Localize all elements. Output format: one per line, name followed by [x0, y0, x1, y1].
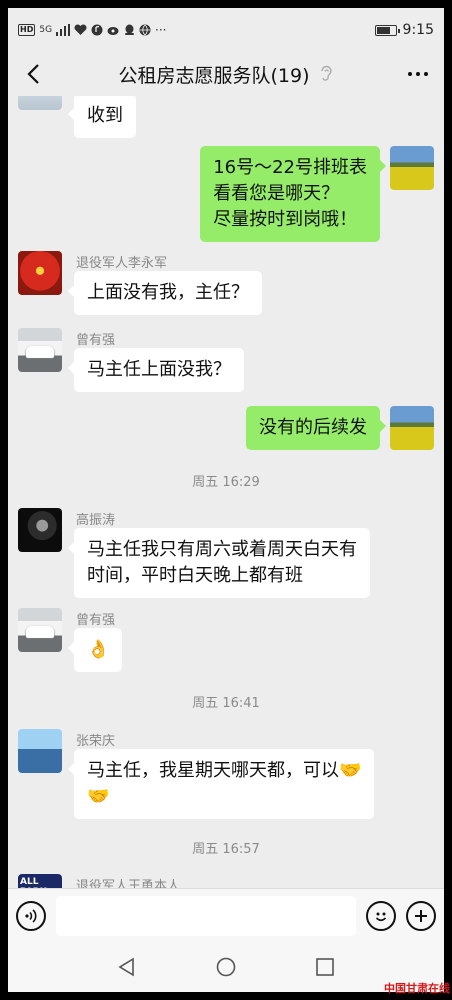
avatar[interactable]: [18, 328, 62, 372]
music-app-icon: [91, 24, 103, 36]
message-bubble[interactable]: 马主任我只有周六或着周天白天有 时间，平时白天晚上都有班: [68, 528, 370, 598]
nav-recent-icon[interactable]: [315, 957, 335, 977]
sender-name: 退役军人李永军: [76, 256, 168, 271]
sender-name: 曾有强: [76, 333, 116, 348]
nav-back-icon[interactable]: [117, 957, 137, 977]
watermark: 中国甘肃在线: [384, 982, 450, 995]
qq-app-icon: [125, 24, 135, 35]
status-bar: HD 5G ··· 9:15: [8, 8, 444, 52]
avatar[interactable]: [18, 508, 62, 552]
globe-app-icon: [139, 24, 151, 36]
more-notifications-icon: ···: [155, 23, 167, 37]
plus-icon[interactable]: [406, 900, 436, 931]
avatar[interactable]: [18, 608, 62, 652]
clock: 9:15: [402, 22, 434, 38]
nav-home-icon[interactable]: [216, 957, 236, 977]
message-bubble[interactable]: 没有的后续发: [246, 406, 386, 450]
timestamp: 周五 16:29: [192, 475, 260, 490]
sender-name: 退役军人王勇本人: [76, 879, 181, 888]
input-bar: [8, 888, 444, 942]
phone-screen: HD 5G ··· 9:15 公租房志愿服务队(19) 收到 16号～22号排班…: [8, 8, 444, 992]
chat-area[interactable]: 收到 16号～22号排班表 看看您是哪天？ 尽量按时到岗哦！ 退役军人李永军 上…: [8, 96, 444, 888]
heart-app-icon: [74, 24, 87, 35]
back-arrow-icon[interactable]: [18, 59, 48, 89]
timestamp: 周五 16:41: [192, 696, 260, 711]
sender-name: 高振涛: [76, 513, 116, 528]
hd-badge: HD: [18, 24, 36, 36]
sender-name: 张荣庆: [76, 734, 116, 749]
avatar[interactable]: [18, 251, 62, 295]
more-dots-icon[interactable]: [400, 59, 436, 89]
message-bubble[interactable]: 上面没有我，主任？: [68, 271, 262, 315]
weibo-app-icon: [107, 27, 119, 35]
message-bubble[interactable]: 马主任，我星期天哪天都，可以🤝 🤝: [67, 749, 375, 819]
message-bubble[interactable]: 16号～22号排班表 看看您是哪天？ 尽量按时到岗哦！: [200, 146, 386, 242]
emoji-icon[interactable]: [366, 900, 396, 931]
timestamp: 周五 16:57: [192, 842, 260, 857]
avatar[interactable]: [18, 729, 62, 773]
battery-icon: [374, 24, 400, 36]
avatar[interactable]: ALLPARK: [18, 874, 62, 888]
chat-title: 公租房志愿服务队(19): [118, 64, 310, 87]
sender-name: 曾有强: [76, 613, 116, 628]
message-input[interactable]: [56, 895, 356, 936]
chat-header: 公租房志愿服务队(19): [8, 52, 444, 96]
signal-label: 5G: [39, 25, 53, 35]
message-bubble[interactable]: 马主任上面没我？: [68, 348, 244, 392]
signal-icon: [56, 24, 71, 36]
message-bubble[interactable]: 收到: [68, 96, 136, 138]
my-avatar[interactable]: [390, 406, 434, 450]
system-nav-bar: [8, 942, 444, 992]
avatar[interactable]: [18, 96, 62, 110]
ear-icon: [320, 65, 332, 81]
my-avatar[interactable]: [390, 146, 434, 190]
voice-icon[interactable]: [16, 900, 46, 931]
message-bubble[interactable]: 👌: [67, 628, 123, 672]
